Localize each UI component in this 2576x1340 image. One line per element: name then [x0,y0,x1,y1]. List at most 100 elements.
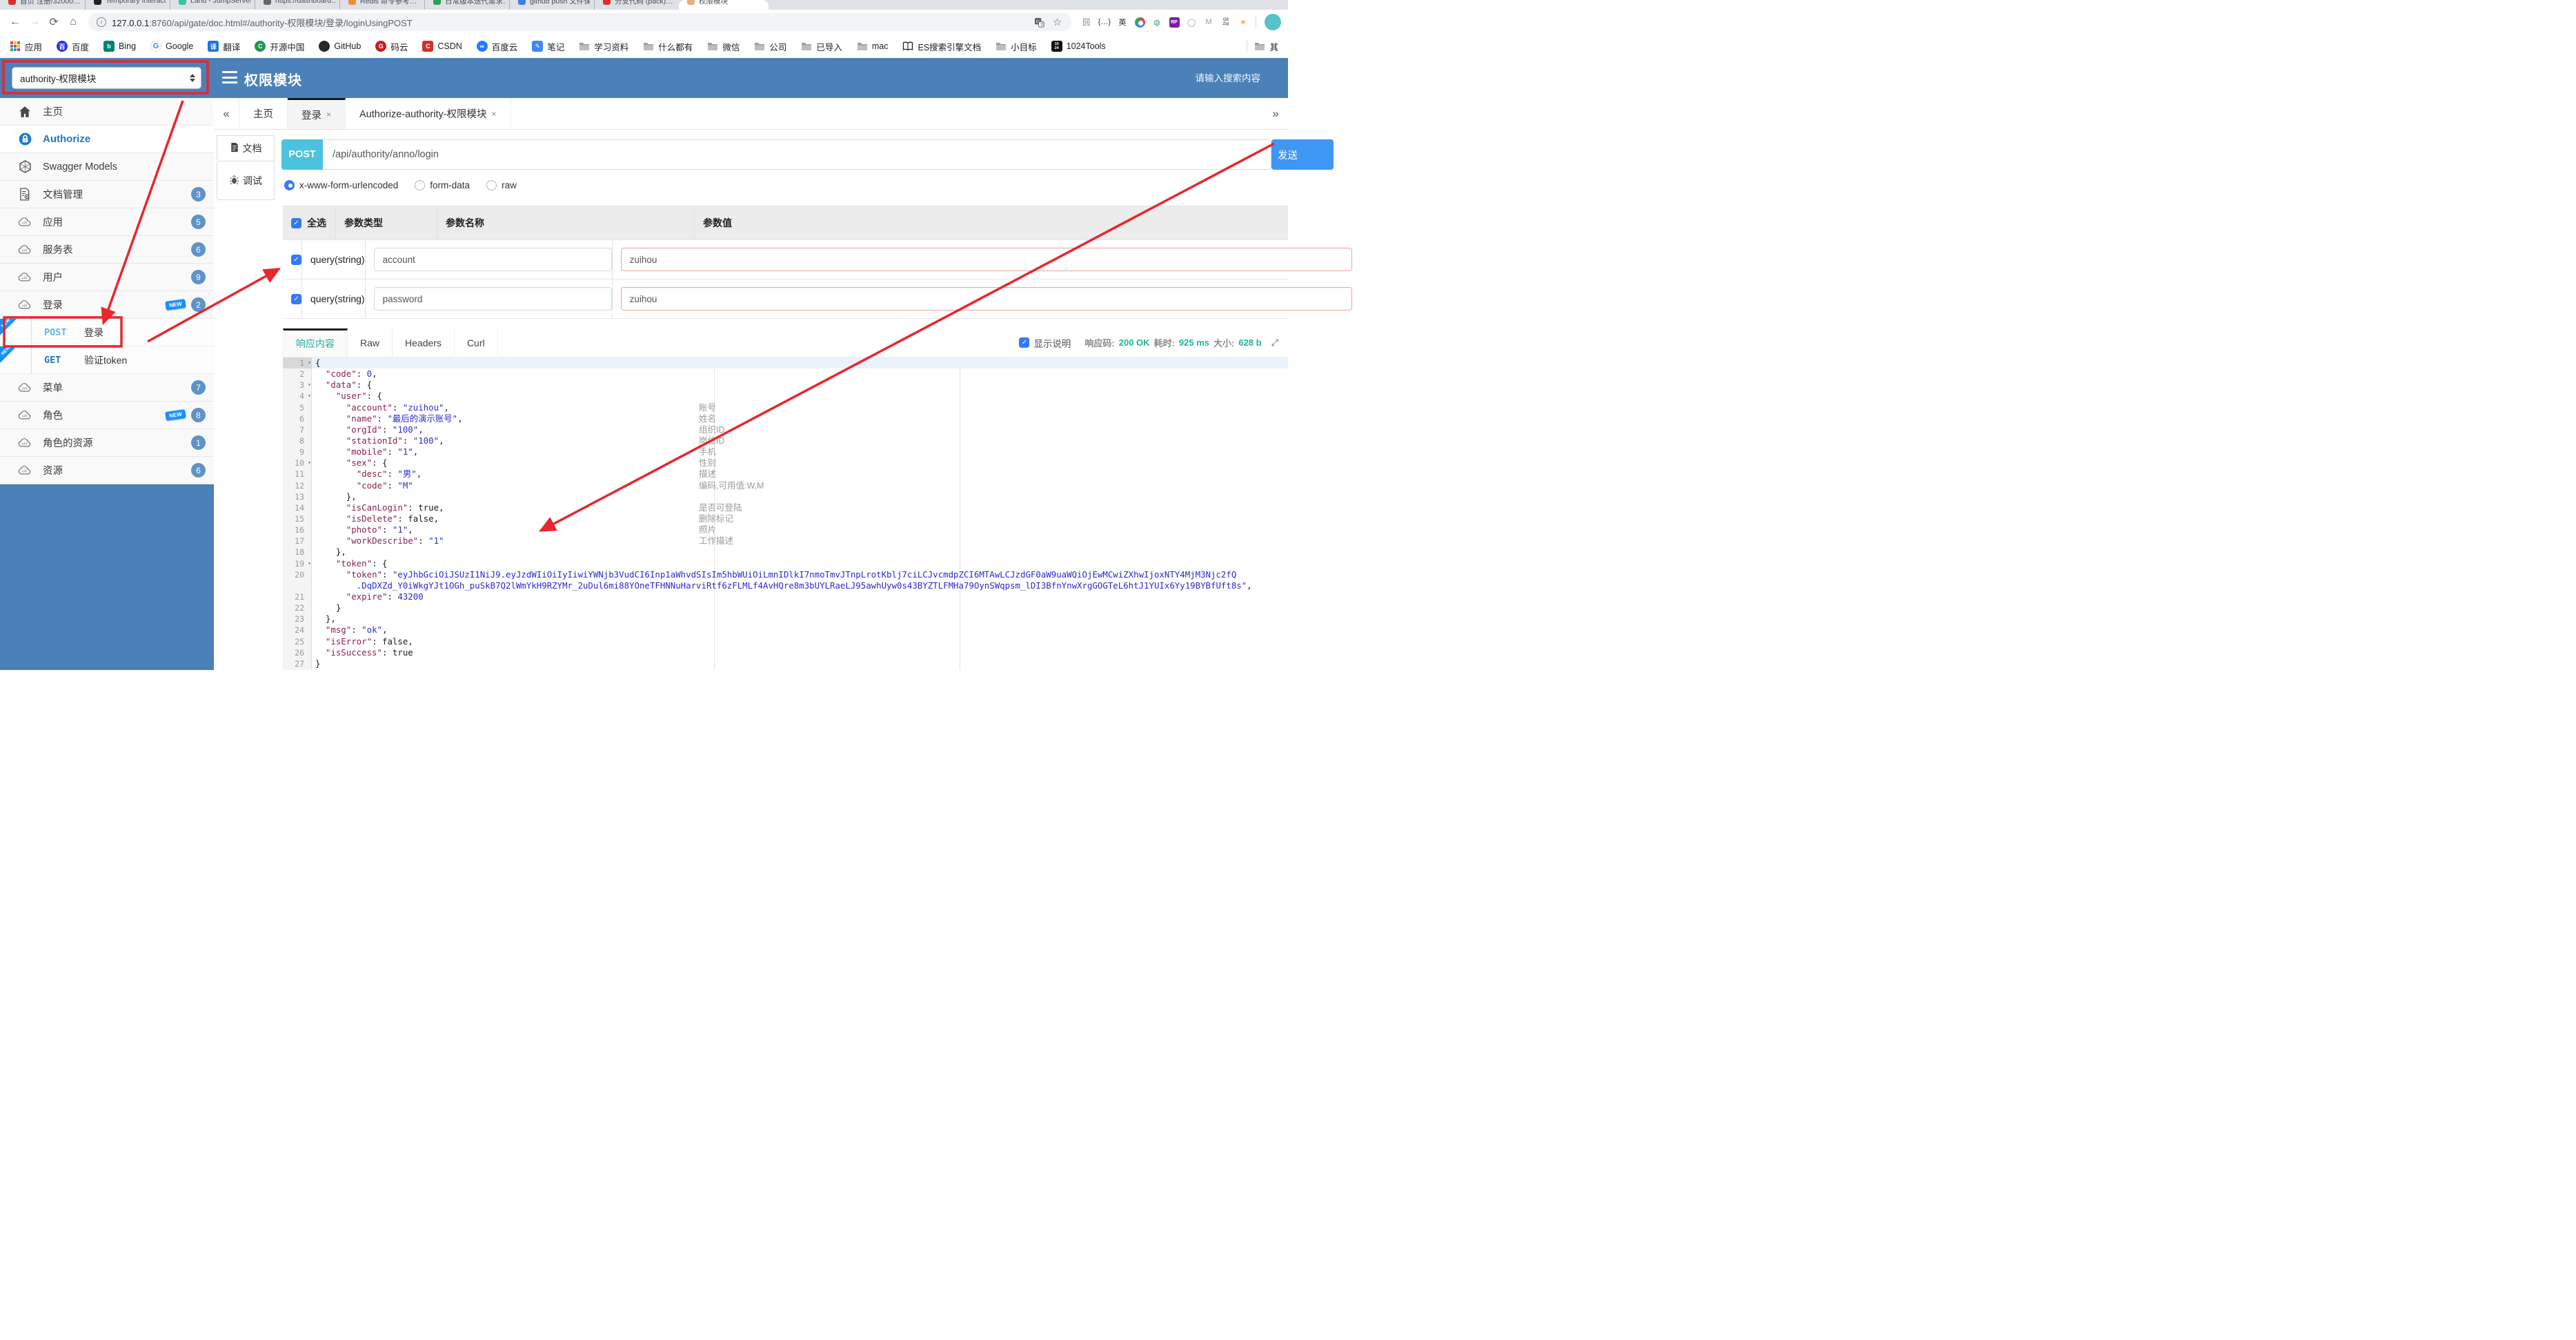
bookmark-item[interactable]: 应用 [10,40,42,53]
param-value-input[interactable] [620,287,1352,311]
response-tab-Raw[interactable]: Raw [348,328,393,357]
bookmark-item[interactable]: 什么都有 [643,40,693,53]
bookmark-item[interactable]: 百百度 [57,40,89,53]
bookmark-item[interactable]: G Google [150,41,193,52]
param-value-input[interactable] [620,248,1352,271]
chrome-icon[interactable] [1134,17,1145,28]
address-bar[interactable]: i 127.0.0.1:8760/api/gate/doc.html#/auth… [88,13,1071,31]
m-down-icon[interactable]: M [1203,17,1214,28]
sidebar-item-用户[interactable]: API 用户 9 [0,264,214,291]
oval-icon[interactable]: ◯ [1186,17,1197,28]
bookmark-item[interactable]: 其 [1254,40,1278,53]
fold-icon[interactable]: ▾ [308,558,311,569]
row-checkbox[interactable]: ✓ [291,254,301,265]
translate-icon[interactable]: G文 [1034,17,1045,28]
page-ext-icon[interactable]: 回 [1081,17,1092,28]
fold-icon[interactable]: ▾ [308,457,311,469]
bookmark-item[interactable]: mac [857,41,888,52]
response-tab-Headers[interactable]: Headers [393,328,455,357]
bookmark-item[interactable]: C 开源中国 [255,40,304,53]
header-search-input[interactable] [1150,70,1260,86]
content-tab-Authorize-authority-权限模块[interactable]: Authorize-authority-权限模块 × [346,98,511,129]
select-all-checkbox[interactable]: ✓ [291,217,301,228]
sidebar-item-Swagger Models[interactable]: Swagger Models [0,153,214,181]
browser-tab-strip[interactable]: 首页 注册/32000… Temporary Interact… Land - Ju… [0,0,1288,10]
bookmark-item[interactable]: 公司 [754,40,786,53]
browser-tab[interactable]: Redis 命令参考… [339,0,424,10]
content-tab-登录[interactable]: 登录 × [288,98,346,129]
body-type-radio[interactable]: x-www-form-urlencoded [284,179,398,190]
expand-tabs-icon[interactable]: » [1263,98,1288,129]
sidebar-item-角色[interactable]: API 角色 NEW 8 [0,402,214,429]
bookmark-item[interactable]: G 码云 [375,40,408,53]
browser-tab[interactable]: 权限模块 [679,0,769,10]
bookmark-item[interactable]: GitHub [319,41,361,52]
browser-tab[interactable]: 日常版本迭代需求… [424,0,509,10]
fold-icon[interactable]: ▾ [308,357,311,368]
bookmark-item[interactable]: 微信 [707,40,740,53]
sidebar-endpoint-验证token[interactable]: NEW GET 验证token [0,346,214,374]
bookmark-item[interactable]: b Bing [103,41,136,52]
bookmark-item[interactable]: C CSDN [422,41,462,52]
browser-tab[interactable]: github push 文件保… [509,0,594,10]
collapse-tabs-icon[interactable]: « [214,98,239,129]
sidebar-item-资源[interactable]: API 资源 6 [0,457,214,484]
globe-icon[interactable]: ◍ [1151,17,1162,28]
gitzip-icon[interactable]: Git Zip [1220,17,1231,28]
browser-tab[interactable]: Temporary Interact… [85,0,170,10]
bookmark-item[interactable]: 学习资料 [579,40,628,53]
tab-doc[interactable]: 文档 [217,135,275,161]
body-type-radio[interactable]: form-data [415,179,470,190]
back-icon[interactable]: ← [7,14,23,30]
sidebar-endpoint-登录[interactable]: NEW POST 登录 [0,318,214,346]
row-checkbox[interactable]: ✓ [291,293,301,304]
project-select[interactable]: authority-权限模块 [12,67,201,89]
en-translate-icon[interactable]: 英 [1117,17,1128,28]
forward-icon[interactable]: → [26,14,43,30]
response-tab-响应内容[interactable]: 响应内容 [283,328,348,357]
fold-icon[interactable]: ▾ [308,391,311,402]
bookmark-item[interactable]: ES搜索引擎文档 [902,40,981,53]
sidebar-item-主页[interactable]: 主页 [0,98,214,126]
browser-tab[interactable]: 首页 注册/32000… [0,0,85,10]
sidebar-item-菜单[interactable]: API 菜单 7 [0,374,214,402]
bookmark-item[interactable]: ✎ 笔记 [532,40,564,53]
browser-tab[interactable]: 分支代码 (pack)… [594,0,679,10]
bookmark-item[interactable]: 译翻译 [208,40,240,53]
home-icon[interactable]: ⌂ [65,14,81,30]
profile-avatar[interactable] [1265,14,1281,30]
sidebar-item-应用[interactable]: API 应用 5 [0,208,214,236]
json-brackets-icon[interactable]: {…} [1098,17,1111,28]
sidebar-item-角色的资源[interactable]: API 角色的资源 1 [0,429,214,457]
show-desc-checkbox[interactable]: ✓ [1019,337,1030,348]
hamburger-icon[interactable] [222,71,237,83]
browser-tab[interactable]: https://dashboard… [255,0,339,10]
content-tab-主页[interactable]: 主页 [239,98,288,129]
sidebar-item-服务表[interactable]: API 服务表 6 [0,236,214,264]
bookmark-item[interactable]: 小目标 [995,40,1037,53]
fullscreen-icon[interactable]: ⤢ [1271,337,1278,348]
browser-tab[interactable]: Land - JumpServer… [170,0,255,10]
close-tab-icon[interactable]: × [492,109,497,119]
rp-icon[interactable]: RP [1169,17,1180,28]
bookmark-item[interactable]: 已导入 [801,40,842,53]
sidebar-item-登录[interactable]: API 登录 NEW 2 [0,291,214,319]
star-icon[interactable]: ☆ [1052,17,1063,28]
param-name-input[interactable] [373,248,612,271]
reload-icon[interactable]: ⟳ [46,14,62,30]
body-type-radio[interactable]: raw [486,179,517,190]
param-name-input[interactable] [373,287,612,311]
close-tab-icon[interactable]: × [326,110,331,119]
asterisk-icon[interactable]: ✳ [1238,17,1249,28]
sidebar-item-Authorize[interactable]: Authorize [0,126,214,153]
site-info-icon[interactable]: i [97,17,106,27]
api-path-input[interactable] [323,139,1271,170]
tab-debug[interactable]: 调试 [217,161,275,200]
send-button[interactable]: 发送 [1271,139,1334,170]
sidebar-item-文档管理[interactable]: 文档管理 3 [0,181,214,208]
bookmark-item[interactable]: 10 24 1024Tools [1051,41,1106,52]
fold-icon[interactable]: ▾ [308,380,311,391]
bookmark-item[interactable]: ∞ 百度云 [476,40,517,53]
response-json-editor[interactable]: 1 ▾{2 "code": 0, 3 ▾ "data": {4 ▾ "user": {5… [283,357,1288,670]
response-tab-Curl[interactable]: Curl [454,328,498,357]
